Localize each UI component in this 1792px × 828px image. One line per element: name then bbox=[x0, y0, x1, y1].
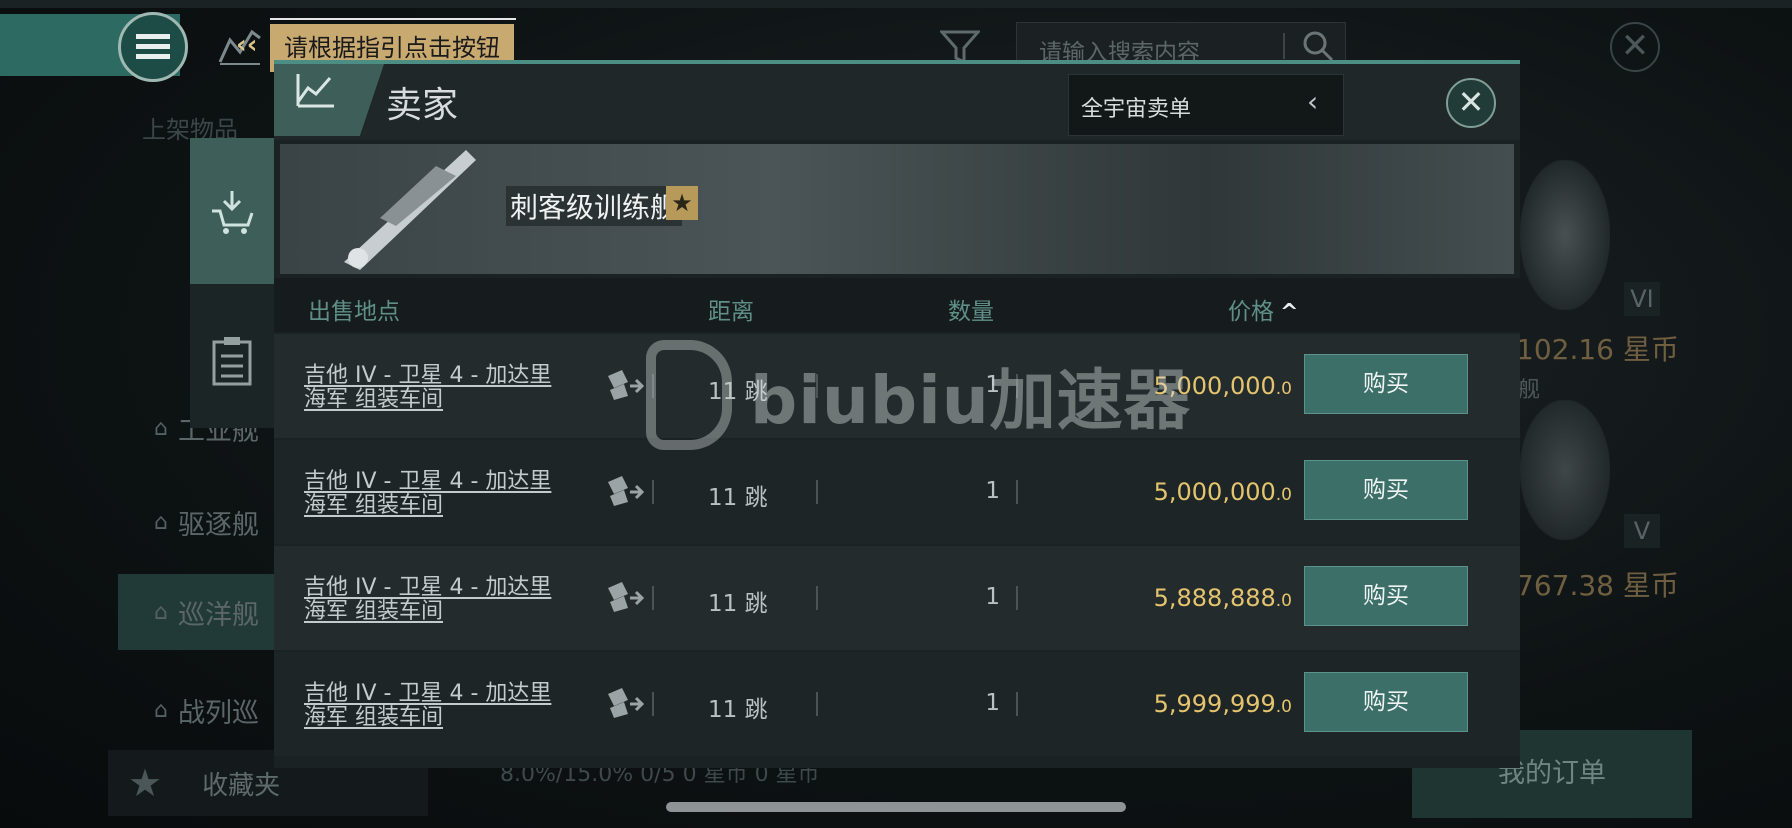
hamburger-icon bbox=[136, 34, 170, 59]
divider bbox=[1016, 692, 1018, 716]
sale-location[interactable]: 吉他 IV - 卫星 4 - 加达里海军 组装车间 bbox=[304, 682, 564, 730]
close-icon[interactable]: ✕ bbox=[1446, 78, 1496, 128]
column-location[interactable]: 出售地点 bbox=[308, 292, 400, 326]
divider bbox=[816, 692, 818, 716]
jump-gate-icon bbox=[604, 580, 645, 614]
market-scope-dropdown[interactable]: 全宇宙卖单 ‹ bbox=[1068, 74, 1344, 136]
column-price[interactable]: 价格 ^ bbox=[1228, 292, 1298, 326]
distance: 11 跳 bbox=[708, 379, 768, 405]
ship-class-icon: ⌂ bbox=[154, 415, 168, 441]
divider bbox=[652, 692, 654, 716]
seller-modal: 卖家 全宇宙卖单 ‹ ✕ 刺客级训练舰 ★ 出售地点 距离 数量 价格 ^ 吉他 … bbox=[274, 60, 1520, 768]
price-decimal: .0 bbox=[1275, 379, 1292, 399]
double-chevron-left-icon: ‹‹ bbox=[236, 30, 258, 60]
sidebar-item-destroyer[interactable]: ⌂ 驱逐舰 bbox=[118, 484, 288, 560]
jump-gate-icon bbox=[604, 474, 645, 508]
ship-thumbnail bbox=[1520, 160, 1610, 310]
table-row: 吉他 IV - 卫星 4 - 加达里海军 组装车间 11 跳 1 5,888,8… bbox=[274, 546, 1520, 650]
tab-orders-list[interactable] bbox=[190, 300, 274, 420]
modal-header: 卖家 全宇宙卖单 ‹ ✕ bbox=[274, 64, 1520, 140]
sort-up-icon: ^ bbox=[1280, 300, 1299, 325]
dropdown-value: 全宇宙卖单 bbox=[1081, 97, 1192, 122]
price: 5,000,000.0 bbox=[1052, 372, 1292, 400]
column-distance[interactable]: 距离 bbox=[708, 292, 754, 326]
divider bbox=[1016, 480, 1018, 504]
favorites-label: 收藏夹 bbox=[202, 770, 281, 801]
buy-button[interactable]: 购买 bbox=[1304, 566, 1468, 626]
quantity: 1 bbox=[985, 584, 1000, 610]
price-decimal: .0 bbox=[1275, 485, 1292, 505]
cart-download-icon bbox=[212, 191, 254, 234]
price-value: 5,888,888 bbox=[1153, 584, 1276, 612]
tier-badge: V bbox=[1624, 514, 1660, 548]
divider bbox=[816, 480, 818, 504]
jump-gate-icon bbox=[604, 368, 645, 402]
price: 5,999,999.0 bbox=[1052, 690, 1292, 718]
filter-icon[interactable] bbox=[938, 28, 982, 65]
search-divider bbox=[1283, 33, 1285, 59]
tooltip-line bbox=[270, 18, 516, 20]
distance: 11 跳 bbox=[708, 591, 768, 617]
price: 5,888,888.0 bbox=[1052, 584, 1292, 612]
buy-button[interactable]: 购买 bbox=[1304, 354, 1468, 414]
ship-thumbnail bbox=[1520, 400, 1610, 540]
sale-location[interactable]: 吉他 IV - 卫星 4 - 加达里海军 组装车间 bbox=[304, 470, 564, 518]
price-value: 5,000,000 bbox=[1153, 372, 1276, 400]
star-icon[interactable]: ★ bbox=[666, 186, 698, 220]
chevron-left-icon: ‹ bbox=[1307, 85, 1319, 118]
jump-gate-icon bbox=[604, 686, 645, 720]
ship-name: 刺客级训练舰 bbox=[506, 186, 683, 226]
modal-chart-icon bbox=[274, 64, 384, 136]
table-row: 吉他 IV - 卫星 4 - 加达里海军 组装车间 11 跳 1 5,000,0… bbox=[274, 334, 1520, 438]
item-banner: 刺客级训练舰 ★ bbox=[280, 144, 1514, 274]
ship-class-icon: ⌂ bbox=[154, 599, 168, 625]
sale-location[interactable]: 吉他 IV - 卫星 4 - 加达里海军 组装车间 bbox=[304, 576, 564, 624]
price-value: 5,999,999 bbox=[1153, 690, 1276, 718]
modal-title: 卖家 bbox=[386, 85, 459, 126]
tab-buy-orders[interactable] bbox=[190, 138, 274, 284]
price-value: 5,000,000 bbox=[1153, 478, 1276, 506]
ship-class-icon: ⌂ bbox=[154, 509, 168, 535]
table-header: 出售地点 距离 数量 价格 ^ bbox=[274, 278, 1520, 332]
sidebar-item-label: 战列巡 bbox=[177, 697, 259, 729]
divider bbox=[652, 586, 654, 610]
sidebar-item-label: 驱逐舰 bbox=[177, 509, 259, 541]
search-icon[interactable] bbox=[1301, 29, 1335, 63]
buy-button[interactable]: 购买 bbox=[1304, 672, 1468, 732]
price: 5,000,000.0 bbox=[1052, 478, 1292, 506]
buy-button[interactable]: 购买 bbox=[1304, 460, 1468, 520]
clipboard-icon bbox=[212, 337, 252, 386]
item-price: 767.38 星币 bbox=[1516, 569, 1679, 602]
divider bbox=[1016, 374, 1018, 398]
divider bbox=[652, 374, 654, 398]
home-indicator[interactable] bbox=[666, 802, 1126, 812]
star-icon: ★ bbox=[128, 761, 163, 805]
divider bbox=[816, 374, 818, 398]
table-row: 吉他 IV - 卫星 4 - 加达里海军 组装车间 11 跳 1 5,000,0… bbox=[274, 440, 1520, 544]
divider bbox=[1016, 586, 1018, 610]
distance: 11 跳 bbox=[708, 697, 768, 723]
item-price: 102.16 星币 bbox=[1516, 333, 1679, 366]
ship-class-icon: ⌂ bbox=[154, 697, 168, 723]
quantity: 1 bbox=[985, 690, 1000, 716]
quantity: 1 bbox=[985, 478, 1000, 504]
divider bbox=[652, 480, 654, 504]
sale-location[interactable]: 吉他 IV - 卫星 4 - 加达里海军 组装车间 bbox=[304, 364, 564, 412]
sidebar-item-cruiser[interactable]: ⌂ 巡洋舰 bbox=[118, 574, 288, 650]
menu-button[interactable] bbox=[118, 12, 188, 82]
price-decimal: .0 bbox=[1275, 697, 1292, 717]
tier-badge: VI bbox=[1624, 282, 1660, 316]
sidebar-item-battlecruiser[interactable]: ⌂ 战列巡 bbox=[118, 672, 288, 748]
column-price-label: 价格 bbox=[1228, 299, 1274, 325]
column-quantity[interactable]: 数量 bbox=[948, 292, 994, 326]
background-close-icon[interactable]: ✕ bbox=[1610, 22, 1660, 72]
ship-image bbox=[336, 146, 476, 274]
table-row: 吉他 IV - 卫星 4 - 加达里海军 组装车间 11 跳 1 5,999,9… bbox=[274, 652, 1520, 756]
divider bbox=[816, 586, 818, 610]
distance: 11 跳 bbox=[708, 485, 768, 511]
top-strip bbox=[0, 0, 1792, 8]
sidebar-item-label: 巡洋舰 bbox=[177, 599, 259, 631]
price-decimal: .0 bbox=[1275, 591, 1292, 611]
quantity: 1 bbox=[985, 372, 1000, 398]
